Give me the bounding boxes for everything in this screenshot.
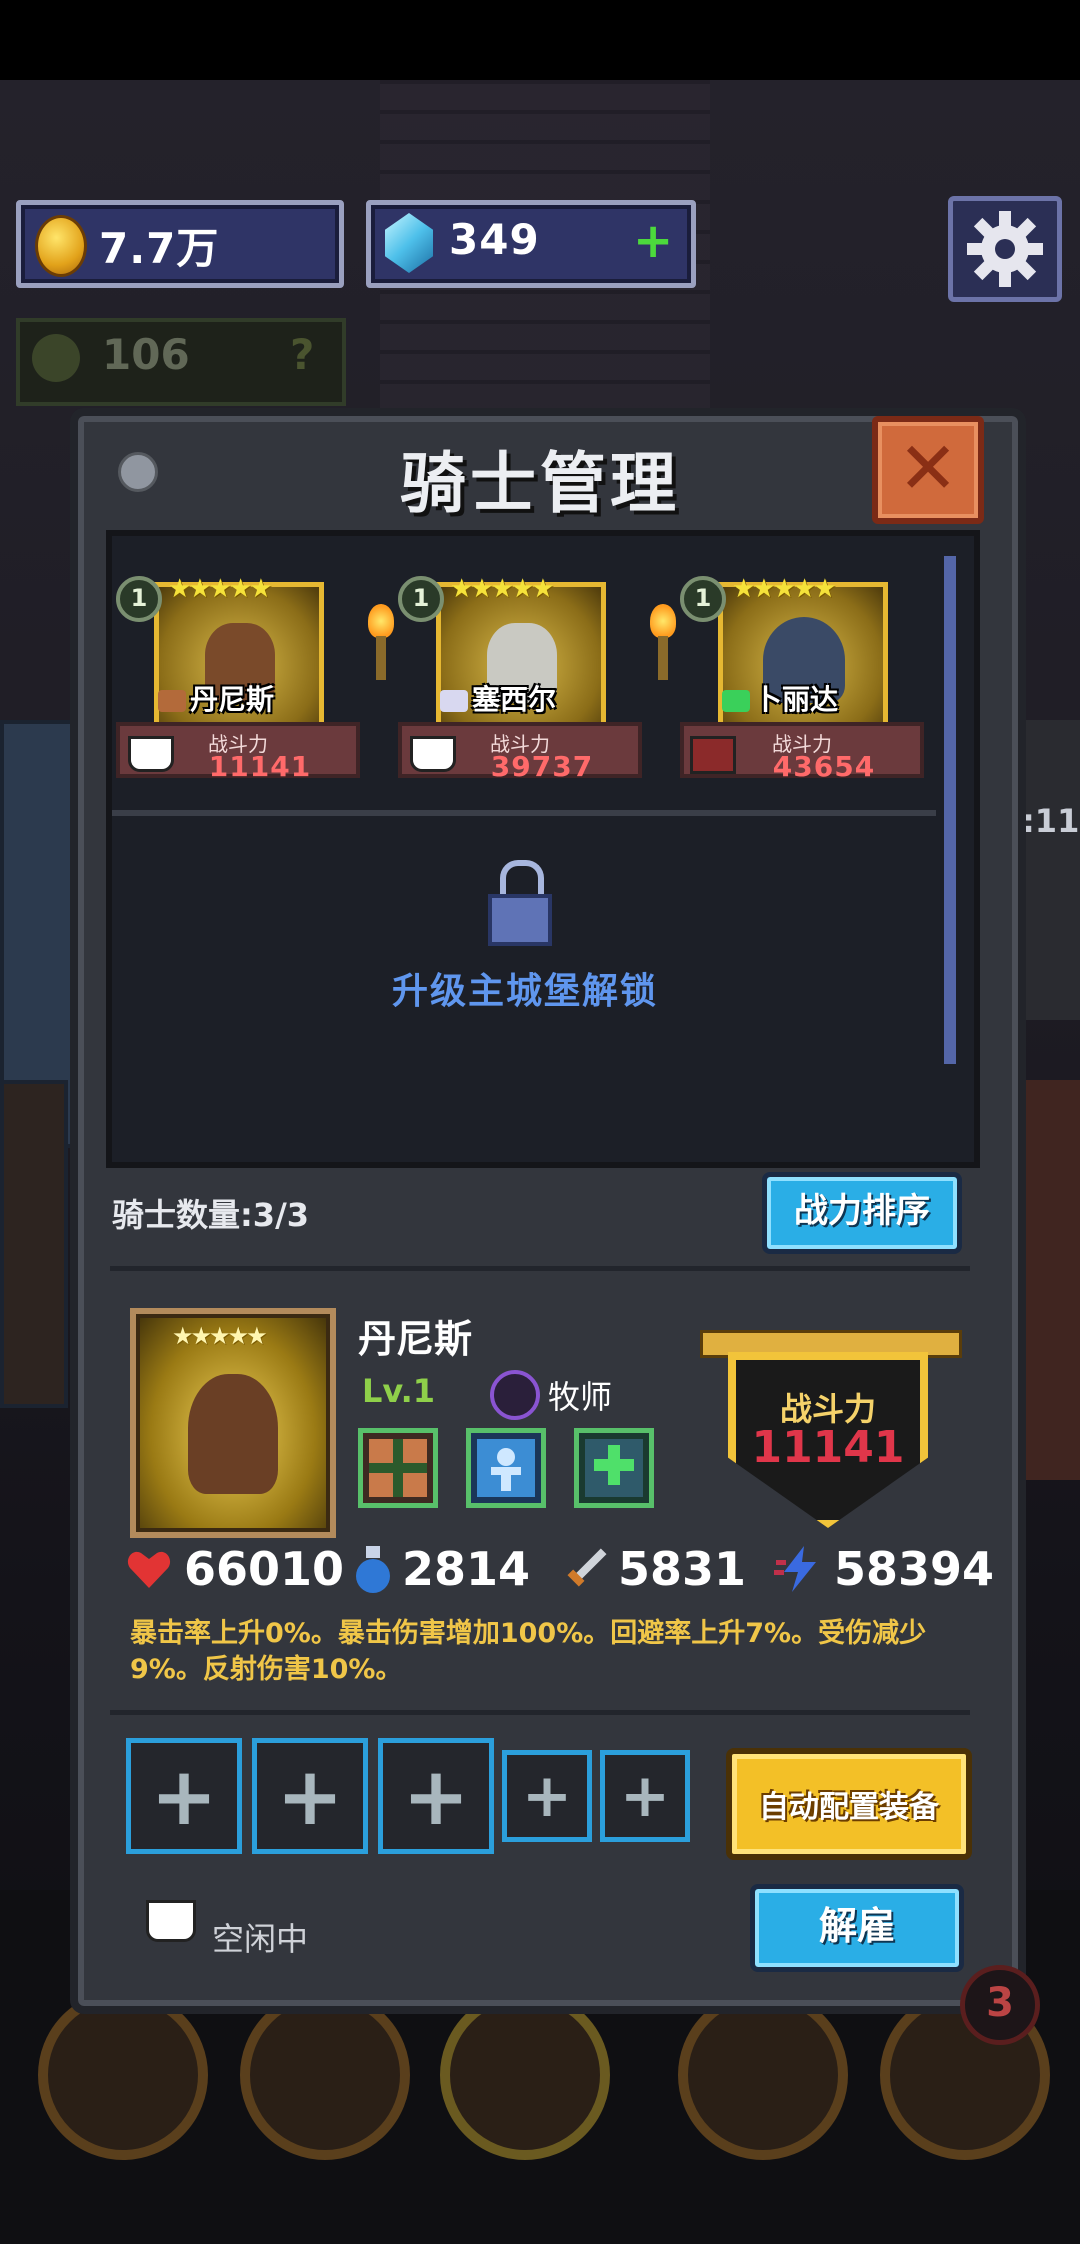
equip-slot-4[interactable]: + <box>502 1750 592 1842</box>
notification-badge[interactable]: 3 <box>960 1965 1040 2045</box>
knight-level-badge: 1 <box>116 576 162 622</box>
heart-icon <box>126 1546 172 1592</box>
class-icon <box>158 690 186 712</box>
unlock-hint: 升级主城堡解锁 <box>391 971 658 1012</box>
portrait-stars: ★★★★★ <box>172 1322 268 1350</box>
power-value: 43654 <box>772 750 876 783</box>
add-equip-icon: + <box>521 1761 573 1831</box>
knight-card-3[interactable]: ★★★★★ 1 卜丽达 战斗力 43654 <box>680 574 930 784</box>
trophy-amount: 106 <box>102 330 190 379</box>
speed-value: 58394 <box>834 1542 995 1596</box>
selected-knight-name: 丹尼斯 <box>358 1317 473 1361</box>
knight-card-1[interactable]: ★★★★★ 1 丹尼斯 战斗力 11141 <box>116 574 366 784</box>
section-separator <box>110 1266 970 1271</box>
power-bar: 战斗力 39737 <box>398 722 642 783</box>
cross-skill-icon <box>369 1439 427 1497</box>
selected-knight-class: 牧师 <box>548 1378 613 1416</box>
add-equip-icon: + <box>150 1749 218 1843</box>
speed-icon <box>774 1544 820 1592</box>
coin-icon <box>35 215 87 277</box>
knight-card-2[interactable]: ★★★★★ 1 塞西尔 战斗力 39737 <box>398 574 648 784</box>
add-equip-icon: + <box>619 1761 671 1831</box>
hp-value: 66010 <box>184 1542 345 1596</box>
knight-stars: ★★★★★ <box>732 574 837 604</box>
trophy-help-icon[interactable]: ? <box>290 330 314 379</box>
sword-icon <box>560 1544 607 1590</box>
idle-bowl-icon <box>146 1900 196 1942</box>
status-text: 空闲中 <box>212 1920 309 1958</box>
settings-gear-icon[interactable] <box>948 196 1062 302</box>
auto-equip-label: 自动配置装备 <box>759 1790 939 1825</box>
trophy-bar: 106 ? <box>16 318 346 406</box>
knight-name: 卜丽达 <box>722 678 838 718</box>
class-icon <box>440 690 468 712</box>
selected-knight-level: Lv.1 <box>362 1372 436 1410</box>
knight-level-badge: 1 <box>398 576 444 622</box>
auto-equip-button[interactable]: 自动配置装备 <box>726 1748 972 1860</box>
equip-slot-1[interactable]: + <box>126 1738 242 1854</box>
add-equip-icon: + <box>402 1749 470 1843</box>
knight-sprite <box>188 1374 278 1494</box>
nav-wood-icon[interactable] <box>240 1990 410 2160</box>
knight-name-text: 塞西尔 <box>472 683 557 716</box>
power-bar: 战斗力 43654 <box>680 722 924 783</box>
house-left-lower <box>0 1080 68 1408</box>
nav-forge-icon[interactable] <box>678 1990 848 2160</box>
lock-icon <box>488 860 552 946</box>
knight-stars: ★★★★★ <box>168 574 273 604</box>
selected-knight-portrait: ★★★★★ <box>130 1308 336 1538</box>
shield-power-value: 11141 <box>751 1422 905 1473</box>
knight-bonus-description: 暴击率上升0%。暴击伤害增加100%。回避率上升7%。受伤减少9%。反射伤害10… <box>130 1618 927 1685</box>
trophy-icon <box>32 334 80 382</box>
priest-class-icon <box>490 1370 540 1420</box>
power-bar: 战斗力 11141 <box>116 722 360 783</box>
power-shield: 战斗力 11141 <box>700 1318 962 1528</box>
skill-slot-3[interactable] <box>574 1428 654 1508</box>
knight-stars: ★★★★★ <box>450 574 555 604</box>
add-equip-icon: + <box>276 1749 344 1843</box>
dismiss-button[interactable]: 解雇 <box>750 1884 964 1972</box>
mp-value: 2814 <box>402 1542 531 1596</box>
knight-name: 丹尼斯 <box>158 678 274 718</box>
nav-knight-icon[interactable] <box>440 1990 610 2160</box>
heal-skill-icon <box>585 1439 643 1497</box>
power-value: 39737 <box>490 750 594 783</box>
attack-value: 5831 <box>618 1542 747 1596</box>
section-separator <box>110 1710 970 1715</box>
idle-bowl-icon <box>410 736 456 772</box>
idle-bowl-icon <box>128 736 174 772</box>
potion-icon <box>350 1544 396 1593</box>
equip-slot-2[interactable]: + <box>252 1738 368 1854</box>
gem-amount: 349 <box>449 215 540 264</box>
knight-level-badge: 1 <box>680 576 726 622</box>
skill-slot-2[interactable] <box>466 1428 546 1508</box>
gem-icon <box>385 213 433 273</box>
knight-name-text: 丹尼斯 <box>190 683 275 716</box>
close-icon: ✕ <box>897 426 959 510</box>
close-button[interactable]: ✕ <box>872 416 984 524</box>
class-icon <box>722 690 750 712</box>
knight-name: 塞西尔 <box>440 678 556 718</box>
equip-slot-3[interactable]: + <box>378 1738 494 1854</box>
gold-amount: 7.7万 <box>99 224 220 273</box>
knight-name-text: 卜丽达 <box>754 683 839 716</box>
equip-slot-5[interactable]: + <box>600 1750 690 1842</box>
nav-shop-icon[interactable] <box>38 1990 208 2160</box>
add-gems-button[interactable]: + <box>633 213 673 269</box>
list-divider <box>112 810 936 816</box>
power-value: 11141 <box>208 750 312 783</box>
gold-bar: 7.7万 <box>16 200 344 288</box>
skill-slot-1[interactable] <box>358 1428 438 1508</box>
right-tower <box>1018 1080 1080 1480</box>
gem-bar: 349 + <box>366 200 696 288</box>
side-clock: :11 <box>1022 802 1080 840</box>
knight-count: 骑士数量:3/3 <box>112 1196 310 1234</box>
figure-skill-icon <box>477 1439 535 1497</box>
working-icon <box>690 736 736 774</box>
sort-by-power-button[interactable]: 战力排序 <box>762 1172 962 1254</box>
